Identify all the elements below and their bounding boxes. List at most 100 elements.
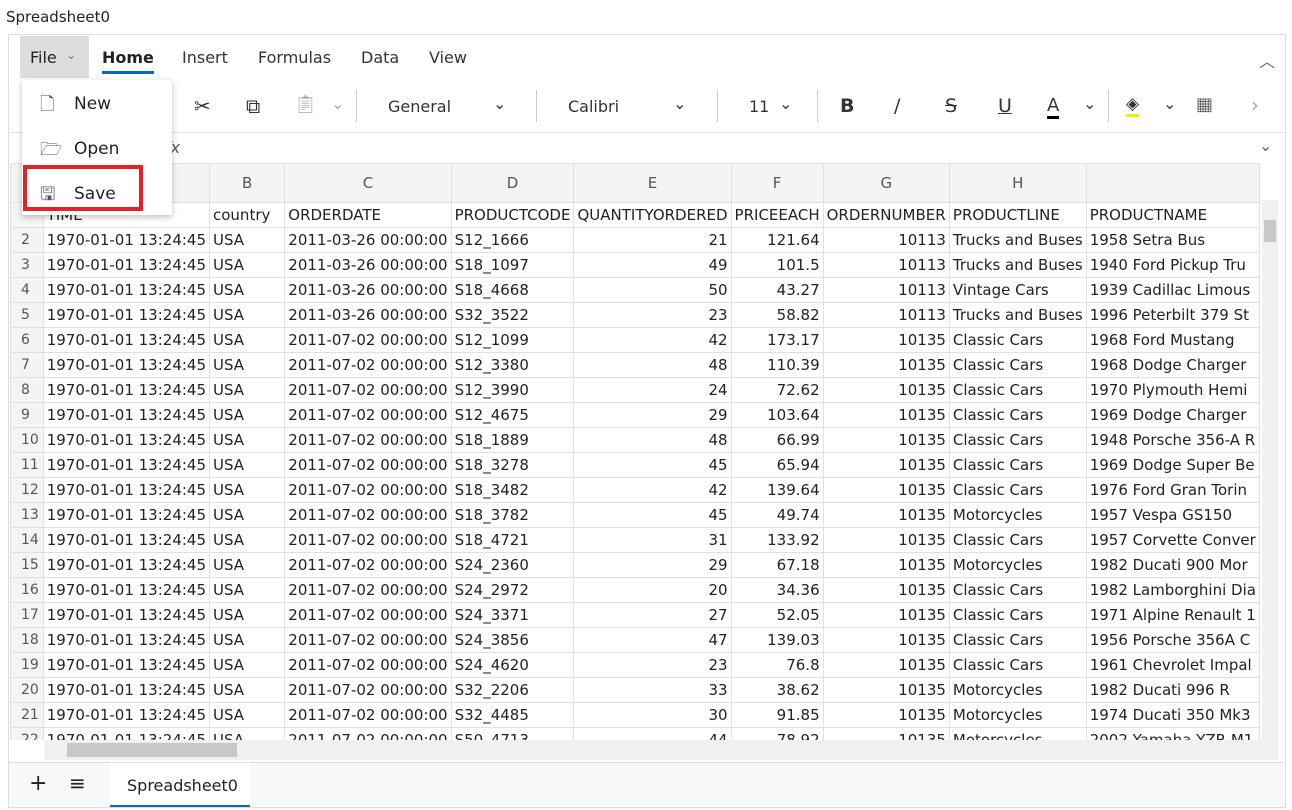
- cell[interactable]: 10113: [822, 252, 950, 278]
- cell[interactable]: 1970-01-01 13:24:45: [42, 627, 211, 653]
- cell[interactable]: 1982 Lamborghini Dia: [1085, 577, 1260, 603]
- cell[interactable]: 1957 Vespa GS150: [1085, 502, 1260, 528]
- font-size-dropdown[interactable]: 11: [749, 97, 769, 116]
- row-header[interactable]: 8: [10, 377, 44, 403]
- cell[interactable]: USA: [208, 377, 286, 403]
- cell[interactable]: S18_4668: [450, 277, 575, 303]
- cell[interactable]: 10113: [822, 302, 950, 328]
- cell[interactable]: Trucks and Buses: [948, 302, 1087, 328]
- chevron-down-icon[interactable]: ⌄: [493, 94, 506, 113]
- cell[interactable]: 121.64: [730, 227, 824, 253]
- font-color-button[interactable]: A: [1047, 95, 1060, 119]
- cell[interactable]: USA: [208, 577, 286, 603]
- cell[interactable]: 1970-01-01 13:24:45: [42, 677, 211, 703]
- column-header[interactable]: D: [450, 163, 575, 203]
- cell[interactable]: 10135: [822, 352, 950, 378]
- cell[interactable]: 1970-01-01 13:24:45: [42, 702, 211, 728]
- cell[interactable]: 10135: [822, 527, 950, 553]
- cell[interactable]: S12_3380: [450, 352, 575, 378]
- cell[interactable]: S24_4620: [450, 652, 575, 678]
- cell[interactable]: 2002 Yamaha YZR M1: [1085, 727, 1260, 740]
- cell[interactable]: 10135: [822, 427, 950, 453]
- paste-icon[interactable]: 📋︎: [294, 94, 317, 115]
- cell[interactable]: Classic Cars: [948, 327, 1087, 353]
- tab-data[interactable]: Data: [361, 48, 399, 67]
- cell[interactable]: 173.17: [730, 327, 824, 353]
- cell[interactable]: 2011-07-02 00:00:00: [284, 577, 452, 603]
- cell[interactable]: Classic Cars: [948, 377, 1087, 403]
- cell[interactable]: 33: [573, 677, 732, 703]
- row-header[interactable]: 12: [10, 477, 44, 503]
- cell[interactable]: 2011-07-02 00:00:00: [284, 402, 452, 428]
- fill-color-icon[interactable]: ◈: [1126, 94, 1140, 117]
- cell[interactable]: 91.85: [730, 702, 824, 728]
- cell[interactable]: USA: [208, 402, 286, 428]
- cell[interactable]: 10135: [822, 677, 950, 703]
- cell[interactable]: S24_2972: [450, 577, 575, 603]
- cell[interactable]: 49.74: [730, 502, 824, 528]
- cell[interactable]: 30: [573, 702, 732, 728]
- cell[interactable]: 1970-01-01 13:24:45: [42, 227, 211, 253]
- cell[interactable]: Motorcycles: [948, 727, 1087, 740]
- cell[interactable]: 1970-01-01 13:24:45: [42, 252, 211, 278]
- collapse-ribbon-icon[interactable]: ︿: [1259, 48, 1275, 72]
- vertical-scroll-thumb[interactable]: [1264, 220, 1276, 242]
- cell[interactable]: 1970-01-01 13:24:45: [42, 452, 211, 478]
- cell[interactable]: 66.99: [730, 427, 824, 453]
- cell[interactable]: 1940 Ford Pickup Tru: [1085, 252, 1260, 278]
- cell[interactable]: 1939 Cadillac Limous: [1085, 277, 1260, 303]
- cell[interactable]: 72.62: [730, 377, 824, 403]
- cell[interactable]: 1976 Ford Gran Torin: [1085, 477, 1260, 503]
- cell[interactable]: 110.39: [730, 352, 824, 378]
- cell[interactable]: Vintage Cars: [948, 277, 1087, 303]
- cell[interactable]: 24: [573, 377, 732, 403]
- cell[interactable]: 42: [573, 477, 732, 503]
- cell[interactable]: 1970-01-01 13:24:45: [42, 427, 211, 453]
- column-header[interactable]: F: [730, 163, 824, 203]
- cell[interactable]: USA: [208, 277, 286, 303]
- cell[interactable]: 21: [573, 227, 732, 253]
- cell[interactable]: Motorcycles: [948, 502, 1087, 528]
- cell[interactable]: 1970 Plymouth Hemi: [1085, 377, 1260, 403]
- cell[interactable]: 47: [573, 627, 732, 653]
- cell[interactable]: 2011-07-02 00:00:00: [284, 602, 452, 628]
- spreadsheet-grid[interactable]: BCDEFGH TIME country ORDERDATE PRODUCTCODE Q…: [10, 163, 1260, 740]
- column-header[interactable]: C: [284, 163, 452, 203]
- cell[interactable]: 2011-07-02 00:00:00: [284, 627, 452, 653]
- cell[interactable]: 1958 Setra Bus: [1085, 227, 1260, 253]
- row-header[interactable]: 6: [10, 327, 44, 353]
- cell[interactable]: USA: [208, 427, 286, 453]
- cell[interactable]: USA: [208, 677, 286, 703]
- cell[interactable]: S50_4713: [450, 727, 575, 740]
- cell[interactable]: Trucks and Buses: [948, 227, 1087, 253]
- cell[interactable]: 23: [573, 652, 732, 678]
- cell[interactable]: Motorcycles: [948, 552, 1087, 578]
- cell[interactable]: 10135: [822, 552, 950, 578]
- tab-insert[interactable]: Insert: [182, 48, 228, 67]
- cell[interactable]: PRODUCTCODE: [450, 202, 575, 228]
- cell[interactable]: 10135: [822, 652, 950, 678]
- cell[interactable]: USA: [208, 552, 286, 578]
- bold-button[interactable]: B: [840, 95, 854, 117]
- cell[interactable]: Classic Cars: [948, 402, 1087, 428]
- row-header[interactable]: 21: [10, 702, 44, 728]
- cell[interactable]: 2011-07-02 00:00:00: [284, 477, 452, 503]
- cell[interactable]: 10135: [822, 627, 950, 653]
- cell[interactable]: 2011-07-02 00:00:00: [284, 552, 452, 578]
- column-header[interactable]: B: [208, 163, 286, 203]
- row-header[interactable]: 11: [10, 452, 44, 478]
- cell[interactable]: 1948 Porsche 356-A R: [1085, 427, 1260, 453]
- row-header[interactable]: 2: [10, 227, 44, 253]
- cell[interactable]: USA: [208, 302, 286, 328]
- cell[interactable]: 31: [573, 527, 732, 553]
- cell[interactable]: 1970-01-01 13:24:45: [42, 652, 211, 678]
- cell[interactable]: USA: [208, 652, 286, 678]
- row-header[interactable]: 20: [10, 677, 44, 703]
- sheet-list-button[interactable]: ≡: [69, 771, 86, 795]
- cell[interactable]: 2011-07-02 00:00:00: [284, 452, 452, 478]
- cell[interactable]: 10135: [822, 477, 950, 503]
- cell[interactable]: 1968 Ford Mustang: [1085, 327, 1260, 353]
- cell[interactable]: S18_1889: [450, 427, 575, 453]
- cell[interactable]: 65.94: [730, 452, 824, 478]
- cell[interactable]: 48: [573, 427, 732, 453]
